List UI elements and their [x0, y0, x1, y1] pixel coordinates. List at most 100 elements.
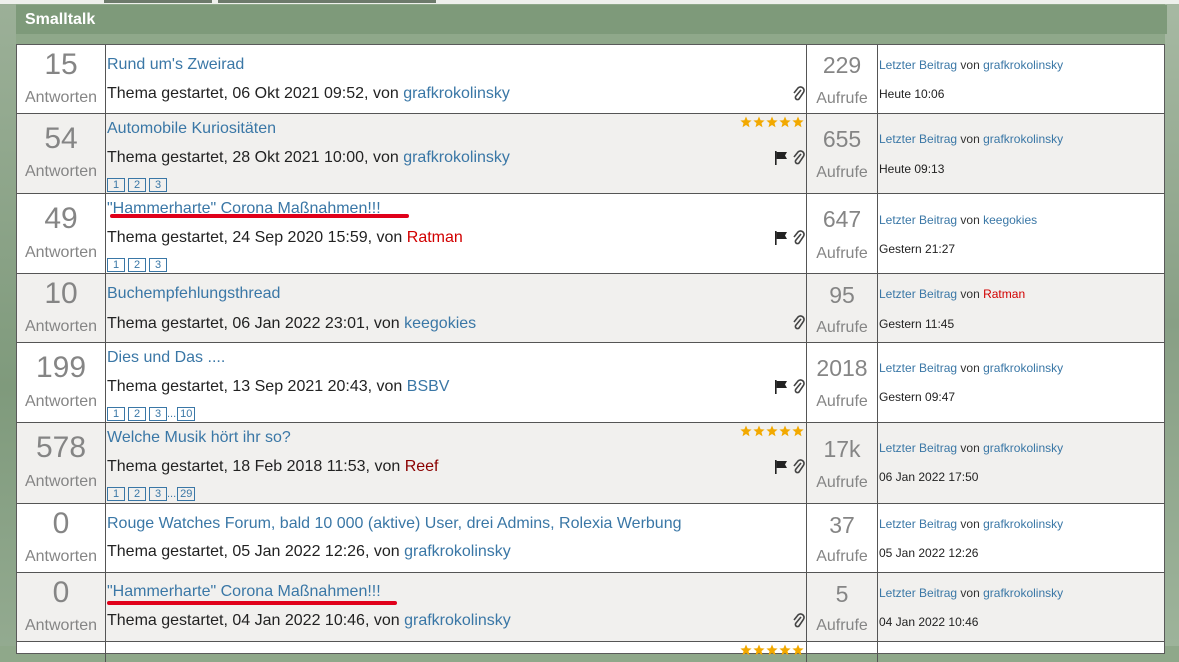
thread-title-link[interactable]: Automobile Kuriositäten	[107, 120, 276, 138]
pagination: 1 2 3 ... 29	[107, 487, 198, 501]
thread-title-link[interactable]: Welche Musik hört ihr so?	[107, 429, 291, 447]
answers-cell: 49 Antworten	[17, 194, 106, 273]
page-link[interactable]: 3	[149, 407, 167, 421]
last-post-author[interactable]: grafkrokolinsky	[983, 132, 1063, 146]
started-date: 13 Sep 2021 20:43	[232, 378, 368, 395]
page-link[interactable]: 1	[107, 487, 125, 501]
pagination: 1 2 3	[107, 178, 170, 192]
thread-title-link[interactable]: Buchempfehlungsthread	[107, 285, 280, 303]
section-header: Smalltalk	[16, 5, 1167, 34]
author-link[interactable]: Ratman	[407, 229, 463, 246]
page-link[interactable]: 2	[128, 258, 146, 272]
page-link[interactable]: 1	[107, 258, 125, 272]
answers-label: Antworten	[24, 393, 98, 410]
topic-cell: Rund um's Zweirad Thema gestartet, 06 Ok…	[106, 45, 807, 113]
pagination: 1 2 3 ... 10	[107, 407, 198, 421]
page-link[interactable]: 1	[107, 178, 125, 192]
author-link[interactable]: Reef	[405, 458, 439, 475]
topic-cell: Welche Musik hört ihr so? Thema gestarte…	[106, 423, 807, 503]
flag-icon	[775, 460, 787, 474]
last-post-link[interactable]: Letzter Beitrag	[879, 287, 957, 301]
page-link[interactable]: 2	[128, 407, 146, 421]
views-cell: 95 Aufrufe	[807, 274, 878, 342]
started-prefix: Thema gestartet,	[107, 149, 233, 166]
last-post-link[interactable]: Letzter Beitrag	[879, 58, 957, 72]
views-cell: 17k Aufrufe	[807, 423, 878, 503]
last-post-cell: Letzter Beitrag von grafkrokolinsky 04 J…	[878, 573, 1164, 641]
top-tab[interactable]	[218, 0, 436, 3]
author-link[interactable]: grafkrokolinsky	[403, 149, 510, 166]
page-link[interactable]: 3	[149, 178, 167, 192]
started-by: , von	[364, 149, 404, 166]
flag-icon	[775, 231, 787, 245]
started-by: , von	[364, 315, 405, 332]
page-link[interactable]: 2	[128, 487, 146, 501]
page-ellipsis: ...	[167, 408, 177, 420]
page-link[interactable]: 2	[128, 178, 146, 192]
thread-started-info: Thema gestartet, 18 Feb 2018 11:53, von …	[107, 458, 438, 476]
page-link[interactable]: 29	[177, 487, 196, 501]
thread-row: 0 Antworten Rouge Watches Forum, bald 10…	[17, 504, 1164, 573]
started-prefix: Thema gestartet,	[107, 458, 233, 475]
last-post-time: Heute 10:06	[879, 87, 945, 101]
thread-icons	[792, 613, 805, 629]
topic-cell: "Hammerharte" Corona Maßnahmen!!! Thema …	[106, 194, 807, 273]
red-underline-annotation	[107, 601, 397, 605]
answers-label: Antworten	[24, 244, 98, 261]
von-label: von	[960, 441, 980, 455]
thread-icons	[774, 150, 805, 166]
answers-count: 54	[44, 122, 78, 155]
started-date: 28 Okt 2021 10:00	[232, 149, 365, 166]
last-post-link[interactable]: Letzter Beitrag	[879, 586, 957, 600]
thread-title-link[interactable]: "Hammerharte" Corona Maßnahmen!!!	[107, 583, 381, 601]
page-link[interactable]: 3	[149, 258, 167, 272]
author-link[interactable]: keegokies	[404, 315, 476, 332]
thread-row	[17, 642, 1164, 662]
topic-cell: Rouge Watches Forum, bald 10 000 (aktive…	[106, 504, 807, 572]
last-post-author[interactable]: keegokies	[983, 213, 1037, 227]
last-post-author[interactable]: grafkrokolinsky	[983, 58, 1063, 72]
star-icon	[753, 425, 765, 437]
von-label: von	[960, 361, 980, 375]
views-cell: 37 Aufrufe	[807, 504, 878, 572]
author-link[interactable]: BSBV	[407, 378, 450, 395]
von-label: von	[960, 586, 980, 600]
page-link[interactable]: 1	[107, 407, 125, 421]
top-tab[interactable]	[104, 0, 212, 3]
last-post-cell: Letzter Beitrag von grafkrokolinsky Gest…	[878, 343, 1164, 422]
last-post-author[interactable]: grafkrokolinsky	[983, 361, 1063, 375]
page-link[interactable]: 10	[177, 407, 196, 421]
page-link[interactable]: 3	[149, 487, 167, 501]
last-post-link[interactable]: Letzter Beitrag	[879, 213, 957, 227]
last-post-link[interactable]: Letzter Beitrag	[879, 361, 957, 375]
views-count: 2018	[816, 355, 868, 381]
started-by: , von	[367, 229, 407, 246]
thread-title-link[interactable]: Dies und Das ....	[107, 349, 225, 367]
last-post-link[interactable]: Letzter Beitrag	[879, 517, 957, 531]
last-post-link[interactable]: Letzter Beitrag	[879, 132, 957, 146]
von-label: von	[960, 213, 980, 227]
answers-cell: 199 Antworten	[17, 343, 106, 422]
von-label: von	[960, 132, 980, 146]
started-by: , von	[364, 612, 405, 629]
thread-row: 10 Antworten Buchempfehlungsthread Thema…	[17, 274, 1164, 343]
last-post-time: Gestern 21:27	[879, 242, 956, 256]
star-icon	[740, 116, 752, 128]
thread-title-link[interactable]: Rund um's Zweirad	[107, 56, 244, 74]
last-post-author[interactable]: Ratman	[983, 287, 1025, 301]
last-post-author[interactable]: grafkrokolinsky	[983, 441, 1063, 455]
paperclip-icon	[793, 86, 805, 101]
author-link[interactable]: grafkrokolinsky	[404, 612, 511, 629]
von-label: von	[960, 517, 980, 531]
thread-title-link[interactable]: Rouge Watches Forum, bald 10 000 (aktive…	[107, 515, 682, 533]
author-link[interactable]: grafkrokolinsky	[404, 543, 511, 560]
last-post-author[interactable]: grafkrokolinsky	[983, 517, 1063, 531]
views-count: 95	[829, 282, 855, 308]
thread-started-info: Thema gestartet, 05 Jan 2022 12:26, von …	[107, 543, 511, 561]
views-label: Aufrufe	[816, 474, 868, 491]
started-date: 06 Okt 2021 09:52	[232, 85, 365, 102]
last-post-link[interactable]: Letzter Beitrag	[879, 441, 957, 455]
author-link[interactable]: grafkrokolinsky	[403, 85, 510, 102]
star-icon	[779, 116, 791, 128]
last-post-author[interactable]: grafkrokolinsky	[983, 586, 1063, 600]
